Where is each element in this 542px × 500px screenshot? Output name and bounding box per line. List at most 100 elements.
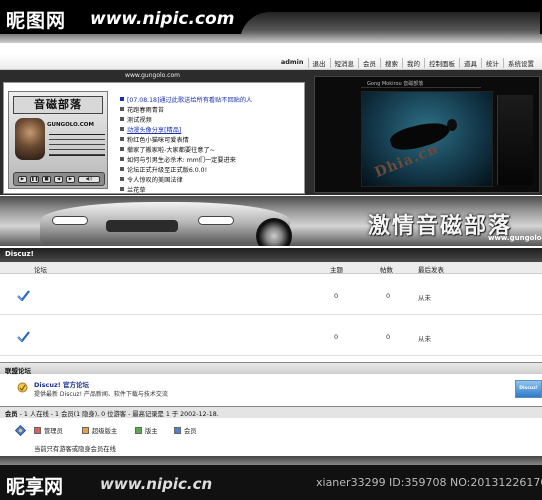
- column-last-post: 最后发表: [418, 266, 444, 274]
- news-item[interactable]: 测试视频: [120, 115, 304, 125]
- car-headlight: [52, 216, 88, 225]
- previous-icon[interactable]: ◀: [54, 176, 63, 183]
- bullet-icon: [120, 137, 124, 141]
- forum-row[interactable]: 0 0 从未: [0, 316, 542, 356]
- bullet-icon: [120, 117, 124, 121]
- news-link[interactable]: 撤家了搬家啦-大家都要往意了~: [127, 147, 215, 154]
- partner-forum-icon: [17, 382, 28, 393]
- news-link[interactable]: 粉红色小猫咪可爱表情: [127, 137, 189, 144]
- news-item[interactable]: 花跑春雨青苔: [120, 105, 304, 115]
- nav-links: admin 退出 短消息 会员 搜索 我的 控制面板 道具 统计 系统设置: [277, 58, 538, 68]
- news-item[interactable]: 粉红色小猫咪可爱表情: [120, 135, 304, 145]
- legend-member-label: 会员: [184, 428, 197, 435]
- online-group-icon: [15, 425, 26, 436]
- member-icon: [174, 427, 181, 434]
- nav-user[interactable]: admin: [277, 58, 308, 68]
- car-headlight: [198, 216, 234, 225]
- nav-control-panel[interactable]: 控制面板: [424, 58, 459, 68]
- forum-category-header[interactable]: Discuz!: [0, 248, 542, 262]
- bullet-icon: [120, 97, 124, 101]
- nav-stats[interactable]: 统计: [481, 58, 503, 68]
- forum-topic-count: 0: [334, 292, 339, 300]
- legend-admin-label: 管理员: [44, 428, 63, 435]
- news-item[interactable]: 论坛正式升级至正式版6.0.0!: [120, 165, 304, 175]
- forum-row[interactable]: 0 0 从未: [0, 275, 542, 315]
- nav-system-settings[interactable]: 系统设置: [503, 58, 538, 68]
- news-link[interactable]: 如何与引男生必杀术: mm们一定要进来: [127, 157, 236, 164]
- nav-messages[interactable]: 短消息: [329, 58, 359, 68]
- footer-watermark-logo: 昵享网: [6, 476, 64, 498]
- banner-subtitle: www.gungolo.com: [488, 234, 542, 242]
- forum-post-count: 0: [386, 333, 391, 341]
- photo-gallery[interactable]: Gong Mokirou 音磁部落 Dhia.cn: [314, 76, 540, 193]
- nav-search[interactable]: 搜索: [380, 58, 402, 68]
- forum-name-area[interactable]: [30, 277, 312, 313]
- bullet-icon: [120, 177, 124, 181]
- admin-icon: [34, 427, 41, 434]
- next-icon[interactable]: ▶: [66, 176, 75, 183]
- legend-admin: 管理员: [34, 426, 63, 435]
- online-note: 当前只有游客或隐身会员在线: [34, 446, 116, 453]
- news-item[interactable]: 令人惊叹的美国法律: [120, 175, 304, 185]
- nav-logout[interactable]: 退出: [307, 58, 330, 68]
- news-link[interactable]: 兰花草: [127, 187, 146, 194]
- watermark-header: 昵图网 www.nipic.com: [0, 0, 542, 43]
- forum-topic-count: 0: [334, 333, 339, 341]
- bullet-icon: [120, 187, 124, 191]
- news-link[interactable]: 测试视频: [127, 117, 152, 124]
- header-gradient: [0, 34, 542, 43]
- volume-icon[interactable]: ◀)): [78, 176, 100, 183]
- news-item[interactable]: 如何与引男生必杀术: mm们一定要进来: [120, 155, 304, 165]
- news-link[interactable]: 论坛正式升级至正式版6.0.0!: [127, 167, 207, 174]
- play-icon[interactable]: ▶: [18, 176, 27, 183]
- gallery-title: Gong Mokirou 音磁部落: [367, 81, 424, 87]
- watermark-footer: 昵享网 www.nipic.cn xianer33299 ID:359708 N…: [0, 456, 542, 500]
- news-link[interactable]: 花跑春雨青苔: [127, 107, 164, 114]
- news-item[interactable]: 兰花草: [120, 185, 304, 195]
- top-nav: admin 退出 短消息 会员 搜索 我的 控制面板 道具 统计 系统设置: [0, 54, 542, 70]
- forum-status-icon: [17, 290, 30, 301]
- nav-members[interactable]: 会员: [358, 58, 380, 68]
- legend-super-moderator: 超级版主: [82, 426, 117, 435]
- legend-member: 会员: [174, 426, 197, 435]
- partner-forum-logo[interactable]: Discuz!: [515, 380, 542, 398]
- site-banner: 激情音磁部落 www.gungolo.com: [0, 196, 542, 246]
- bullet-icon: [120, 107, 124, 111]
- column-forum: 论坛: [34, 266, 47, 274]
- legend-moderator: 版主: [135, 426, 158, 435]
- forum-last-post: 从未: [418, 294, 431, 302]
- forum-status-icon: [17, 331, 30, 342]
- forum-name-area[interactable]: [30, 318, 312, 354]
- news-item[interactable]: [07.08.18]通过此歌送给所有看贴不回贴的人: [120, 95, 304, 105]
- super-moderator-icon: [82, 427, 89, 434]
- bullet-icon: [120, 167, 124, 171]
- legend-super-moderator-label: 超级版主: [92, 428, 118, 435]
- singer-image: [15, 118, 45, 160]
- bullet-icon: [120, 147, 124, 151]
- partner-forum-link[interactable]: Discuz! 官方论坛: [34, 379, 89, 389]
- footer-watermark-id: xianer33299 ID:359708 NO:201312261707150…: [316, 476, 542, 489]
- online-summary: - 1 人在线 - 1 会员(1 隐身), 0 位游客 - 最高记录是 1 于 …: [19, 411, 219, 418]
- nav-tools[interactable]: 道具: [459, 58, 481, 68]
- column-posts: 帖数: [380, 266, 393, 274]
- news-link[interactable]: 动漫头像分享[精品]: [127, 127, 181, 134]
- watermark-logo: 昵图网: [6, 10, 67, 32]
- site-logo[interactable]: 音磁部落 GUNGOLO.COM ▶ ❚❚ ■ ◀ ▶ ◀)): [8, 91, 108, 189]
- pause-icon[interactable]: ❚❚: [30, 176, 39, 183]
- partner-forum-description: 提供最新 Discuz! 产品新闻、软件下载与技术交流: [34, 391, 168, 398]
- music-staff-icon: [49, 134, 105, 184]
- partner-forums-header[interactable]: 联盟论坛: [0, 362, 542, 375]
- gallery-thumbnails[interactable]: [497, 95, 533, 185]
- forum-post-count: 0: [386, 292, 391, 300]
- news-item[interactable]: 动漫头像分享[精品]: [120, 125, 304, 135]
- logo-title: 音磁部落: [13, 96, 103, 114]
- stop-icon[interactable]: ■: [42, 176, 51, 183]
- nav-my[interactable]: 我的: [402, 58, 424, 68]
- photo-model-head: [447, 119, 457, 131]
- news-link[interactable]: [07.08.18]通过此歌送给所有看贴不回贴的人: [127, 97, 252, 104]
- news-link[interactable]: 令人惊叹的美国法律: [127, 177, 183, 184]
- footer-watermark-url: www.nipic.cn: [100, 475, 213, 493]
- column-topics: 主题: [330, 266, 343, 274]
- news-item[interactable]: 撤家了搬家啦-大家都要往意了~: [120, 145, 304, 155]
- car-wheel: [256, 218, 292, 246]
